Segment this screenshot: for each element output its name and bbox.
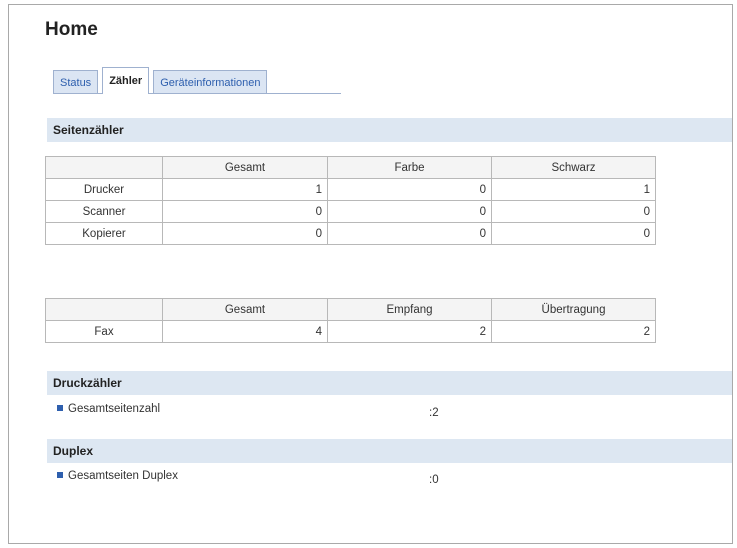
table-cell: 0 <box>491 200 656 223</box>
duplex-value: :0 <box>429 474 439 486</box>
square-bullet-icon <box>57 472 63 478</box>
fax-counter-table: Gesamt Empfang Übertragung Fax 4 2 2 <box>45 298 656 343</box>
page-title: Home <box>45 19 98 40</box>
page-counter-table: Gesamt Farbe Schwarz Drucker 1 0 1 Scann… <box>45 156 656 245</box>
square-bullet-icon <box>57 405 63 411</box>
table-header-cell: Farbe <box>327 156 492 179</box>
table-cell: 0 <box>327 222 492 245</box>
row-label: Scanner <box>45 200 163 223</box>
table-cell: 4 <box>162 320 328 343</box>
print-counter-item: Gesamtseitenzahl <box>57 400 160 418</box>
table-header-row: Gesamt Empfang Übertragung <box>45 298 656 321</box>
table-row: Fax 4 2 2 <box>45 320 656 343</box>
print-counter-value: :2 <box>429 407 439 419</box>
table-row: Drucker 1 0 1 <box>45 178 656 201</box>
table-cell: 0 <box>327 200 492 223</box>
table-header-cell: Gesamt <box>162 156 328 179</box>
tab-bar: Status Zähler Geräteinformationen <box>53 67 271 94</box>
table-cell: 2 <box>327 320 492 343</box>
table-cell: 0 <box>162 222 328 245</box>
section-header-page-counter: Seitenzähler <box>47 118 732 142</box>
table-cell: 1 <box>491 178 656 201</box>
main-frame: Home Status Zähler Geräteinformationen S… <box>8 4 733 544</box>
print-counter-label: Gesamtseitenzahl <box>68 403 161 415</box>
table-header-cell <box>45 156 163 179</box>
table-header-cell: Schwarz <box>491 156 656 179</box>
table-header-cell: Gesamt <box>162 298 328 321</box>
table-cell: 0 <box>162 200 328 223</box>
table-header-row: Gesamt Farbe Schwarz <box>45 156 656 179</box>
table-header-cell: Empfang <box>327 298 492 321</box>
duplex-item: Gesamtseiten Duplex <box>57 467 178 485</box>
section-header-print-counter: Druckzähler <box>47 371 732 395</box>
table-header-cell <box>45 298 163 321</box>
table-row: Scanner 0 0 0 <box>45 200 656 223</box>
table-cell: 0 <box>327 178 492 201</box>
table-cell: 0 <box>491 222 656 245</box>
tab-status[interactable]: Status <box>53 70 99 94</box>
row-label: Fax <box>45 320 163 343</box>
table-cell: 2 <box>491 320 656 343</box>
table-row: Kopierer 0 0 0 <box>45 222 656 245</box>
table-cell: 1 <box>162 178 328 201</box>
duplex-label: Gesamtseiten Duplex <box>68 470 178 482</box>
tab-device-info[interactable]: Geräteinformationen <box>153 70 268 94</box>
section-header-duplex: Duplex <box>47 439 732 463</box>
tab-counter[interactable]: Zähler <box>102 67 150 94</box>
row-label: Drucker <box>45 178 163 201</box>
row-label: Kopierer <box>45 222 163 245</box>
table-header-cell: Übertragung <box>491 298 656 321</box>
tab-divider <box>53 93 341 94</box>
